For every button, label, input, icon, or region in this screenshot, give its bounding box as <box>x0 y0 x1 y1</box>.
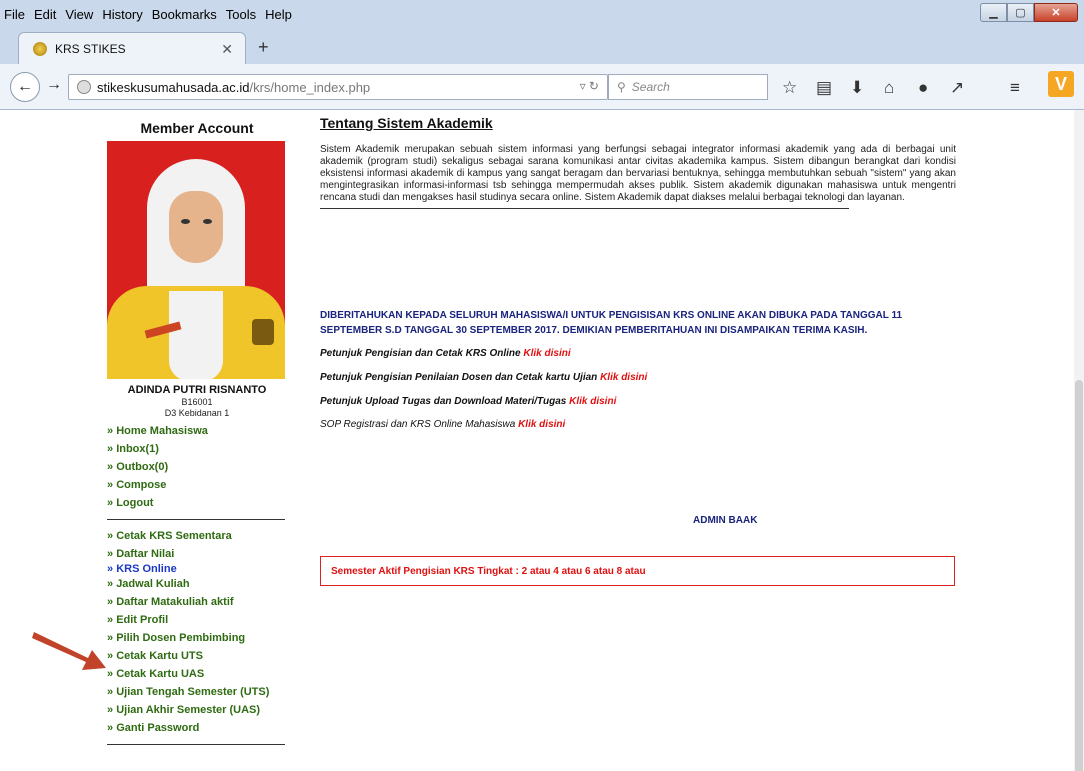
guide-text: SOP Registrasi dan KRS Online Mahasiswa <box>320 419 516 430</box>
guide-line-sop: SOP Registrasi dan KRS Online Mahasiswa … <box>320 419 565 430</box>
site-favicon-icon <box>33 41 47 56</box>
scrollbar-thumb[interactable] <box>1075 380 1083 771</box>
nav-compose[interactable]: Compose <box>107 476 287 494</box>
chat-icon[interactable]: ● <box>918 78 928 98</box>
guide-text: Petunjuk Pengisian dan Cetak KRS Online <box>320 348 521 359</box>
menu-file[interactable]: File <box>4 7 25 22</box>
divider <box>107 519 285 520</box>
menu-view[interactable]: View <box>65 7 93 22</box>
menu-help[interactable]: Help <box>265 7 292 22</box>
menu-icon[interactable]: ≡ <box>1010 78 1020 98</box>
guide-line-krs: Petunjuk Pengisian dan Cetak KRS Online … <box>320 348 571 359</box>
nav-pilih-dosen-pembimbing[interactable]: Pilih Dosen Pembimbing <box>107 629 287 647</box>
klik-disini-link[interactable]: Klik disini <box>523 348 570 359</box>
nav-cetak-kartu-uas[interactable]: Cetak Kartu UAS <box>107 665 287 683</box>
sidebar: Member Account ADINDA PUTRI RISNANTO B16… <box>107 110 287 752</box>
maximize-button[interactable]: ▢ <box>1007 3 1034 22</box>
nav-group-academic: Cetak KRS Sementara Daftar Nilai KRS Onl… <box>107 527 287 737</box>
nav-cetak-kartu-uts[interactable]: Cetak Kartu UTS <box>107 647 287 665</box>
member-account-title: Member Account <box>140 120 254 136</box>
nav-ujian-tengah-semester[interactable]: Ujian Tengah Semester (UTS) <box>107 683 287 701</box>
guide-text: Petunjuk Pengisian Penilaian Dosen dan C… <box>320 372 598 383</box>
nav-ujian-akhir-semester[interactable]: Ujian Akhir Semester (UAS) <box>107 701 287 719</box>
klik-disini-link[interactable]: Klik disini <box>600 372 647 383</box>
close-window-button[interactable]: ✕ <box>1034 3 1078 22</box>
tab-strip: KRS STIKES ✕ + <box>0 28 1084 64</box>
home-icon[interactable]: ⌂ <box>884 78 894 98</box>
tab-title: KRS STIKES <box>55 41 126 56</box>
nav-krs-online[interactable]: KRS Online <box>107 563 287 575</box>
minimize-button[interactable]: ▁ <box>980 3 1007 22</box>
main-content: Tentang Sistem Akademik Sistem Akademik … <box>320 110 956 586</box>
search-icon: ⚲ <box>617 80 626 94</box>
forward-button[interactable]: → <box>46 76 62 94</box>
new-tab-button[interactable]: + <box>258 37 269 58</box>
semester-info-box: Semester Aktif Pengisian KRS Tingkat : 2… <box>320 556 955 586</box>
browser-window: File Edit View History Bookmarks Tools H… <box>0 0 1084 771</box>
page-title: Tentang Sistem Akademik <box>320 115 493 131</box>
browser-chrome: File Edit View History Bookmarks Tools H… <box>0 0 1084 110</box>
url-host: stikeskusumahusada.ac.id <box>97 79 250 95</box>
klik-disini-link[interactable]: Klik disini <box>518 419 565 430</box>
divider <box>320 208 849 209</box>
nav-logout[interactable]: Logout <box>107 494 287 512</box>
download-icon[interactable]: ⬇ <box>850 78 864 98</box>
window-controls: ▁ ▢ ✕ <box>980 3 1078 22</box>
nav-edit-profil[interactable]: Edit Profil <box>107 611 287 629</box>
bookmark-star-icon[interactable]: ☆ <box>782 78 797 98</box>
about-paragraph: Sistem Akademik merupakan sebuah sistem … <box>320 144 956 203</box>
student-photo <box>107 141 285 379</box>
reload-icon[interactable]: ▿ ↻ <box>580 79 599 93</box>
menu-tools[interactable]: Tools <box>226 7 256 22</box>
admin-signature: ADMIN BAAK <box>693 515 758 526</box>
annotation-arrow-icon <box>32 632 106 670</box>
nav-inbox[interactable]: Inbox(1) <box>107 440 287 458</box>
nav-group-account: Home Mahasiswa Inbox(1) Outbox(0) Compos… <box>107 422 287 512</box>
nav-jadwal-kuliah[interactable]: Jadwal Kuliah <box>107 575 287 593</box>
nav-home-mahasiswa[interactable]: Home Mahasiswa <box>107 422 287 440</box>
guide-line-penilaian: Petunjuk Pengisian Penilaian Dosen dan C… <box>320 372 647 383</box>
reading-list-icon[interactable]: ▤ <box>816 78 832 98</box>
extension-v-icon[interactable]: V <box>1048 71 1074 97</box>
vertical-scrollbar[interactable] <box>1074 110 1084 771</box>
menu-bookmarks[interactable]: Bookmarks <box>152 7 217 22</box>
tab-krs-stikes[interactable]: KRS STIKES ✕ <box>18 32 246 64</box>
tool-icon[interactable]: ↗ <box>950 78 964 98</box>
menu-history[interactable]: History <box>102 7 142 22</box>
student-program: D3 Kebidanan 1 <box>164 408 230 418</box>
student-id: B16001 <box>181 397 213 407</box>
guide-text: Petunjuk Upload Tugas dan Download Mater… <box>320 396 567 407</box>
klik-disini-link[interactable]: Klik disini <box>569 396 616 407</box>
navigation-toolbar: ← → stikeskusumahusada.ac.id /krs/home_i… <box>0 64 1084 110</box>
nav-daftar-matakuliah-aktif[interactable]: Daftar Matakuliah aktif <box>107 593 287 611</box>
search-input[interactable]: ⚲ Search <box>608 74 768 100</box>
url-path: /krs/home_index.php <box>249 79 371 95</box>
page-content: Member Account ADINDA PUTRI RISNANTO B16… <box>0 110 1084 771</box>
divider <box>107 744 285 745</box>
back-button[interactable]: ← <box>10 72 40 102</box>
nav-outbox[interactable]: Outbox(0) <box>107 458 287 476</box>
menu-edit[interactable]: Edit <box>34 7 56 22</box>
nav-cetak-krs-sementara[interactable]: Cetak KRS Sementara <box>107 527 287 545</box>
tab-close-icon[interactable]: ✕ <box>221 41 233 58</box>
student-name: ADINDA PUTRI RISNANTO <box>127 384 267 396</box>
semester-info-text: Semester Aktif Pengisian KRS Tingkat : 2… <box>331 565 646 577</box>
nav-daftar-nilai[interactable]: Daftar Nilai <box>107 545 287 563</box>
menu-bar: File Edit View History Bookmarks Tools H… <box>0 0 1084 28</box>
guide-line-upload: Petunjuk Upload Tugas dan Download Mater… <box>320 396 616 407</box>
announcement-text: DIBERITAHUKAN KEPADA SELURUH MAHASISWA/I… <box>320 310 903 336</box>
nav-ganti-password[interactable]: Ganti Password <box>107 719 287 737</box>
globe-icon <box>77 80 91 94</box>
address-bar[interactable]: stikeskusumahusada.ac.id /krs/home_index… <box>68 74 608 100</box>
search-placeholder: Search <box>631 80 670 94</box>
